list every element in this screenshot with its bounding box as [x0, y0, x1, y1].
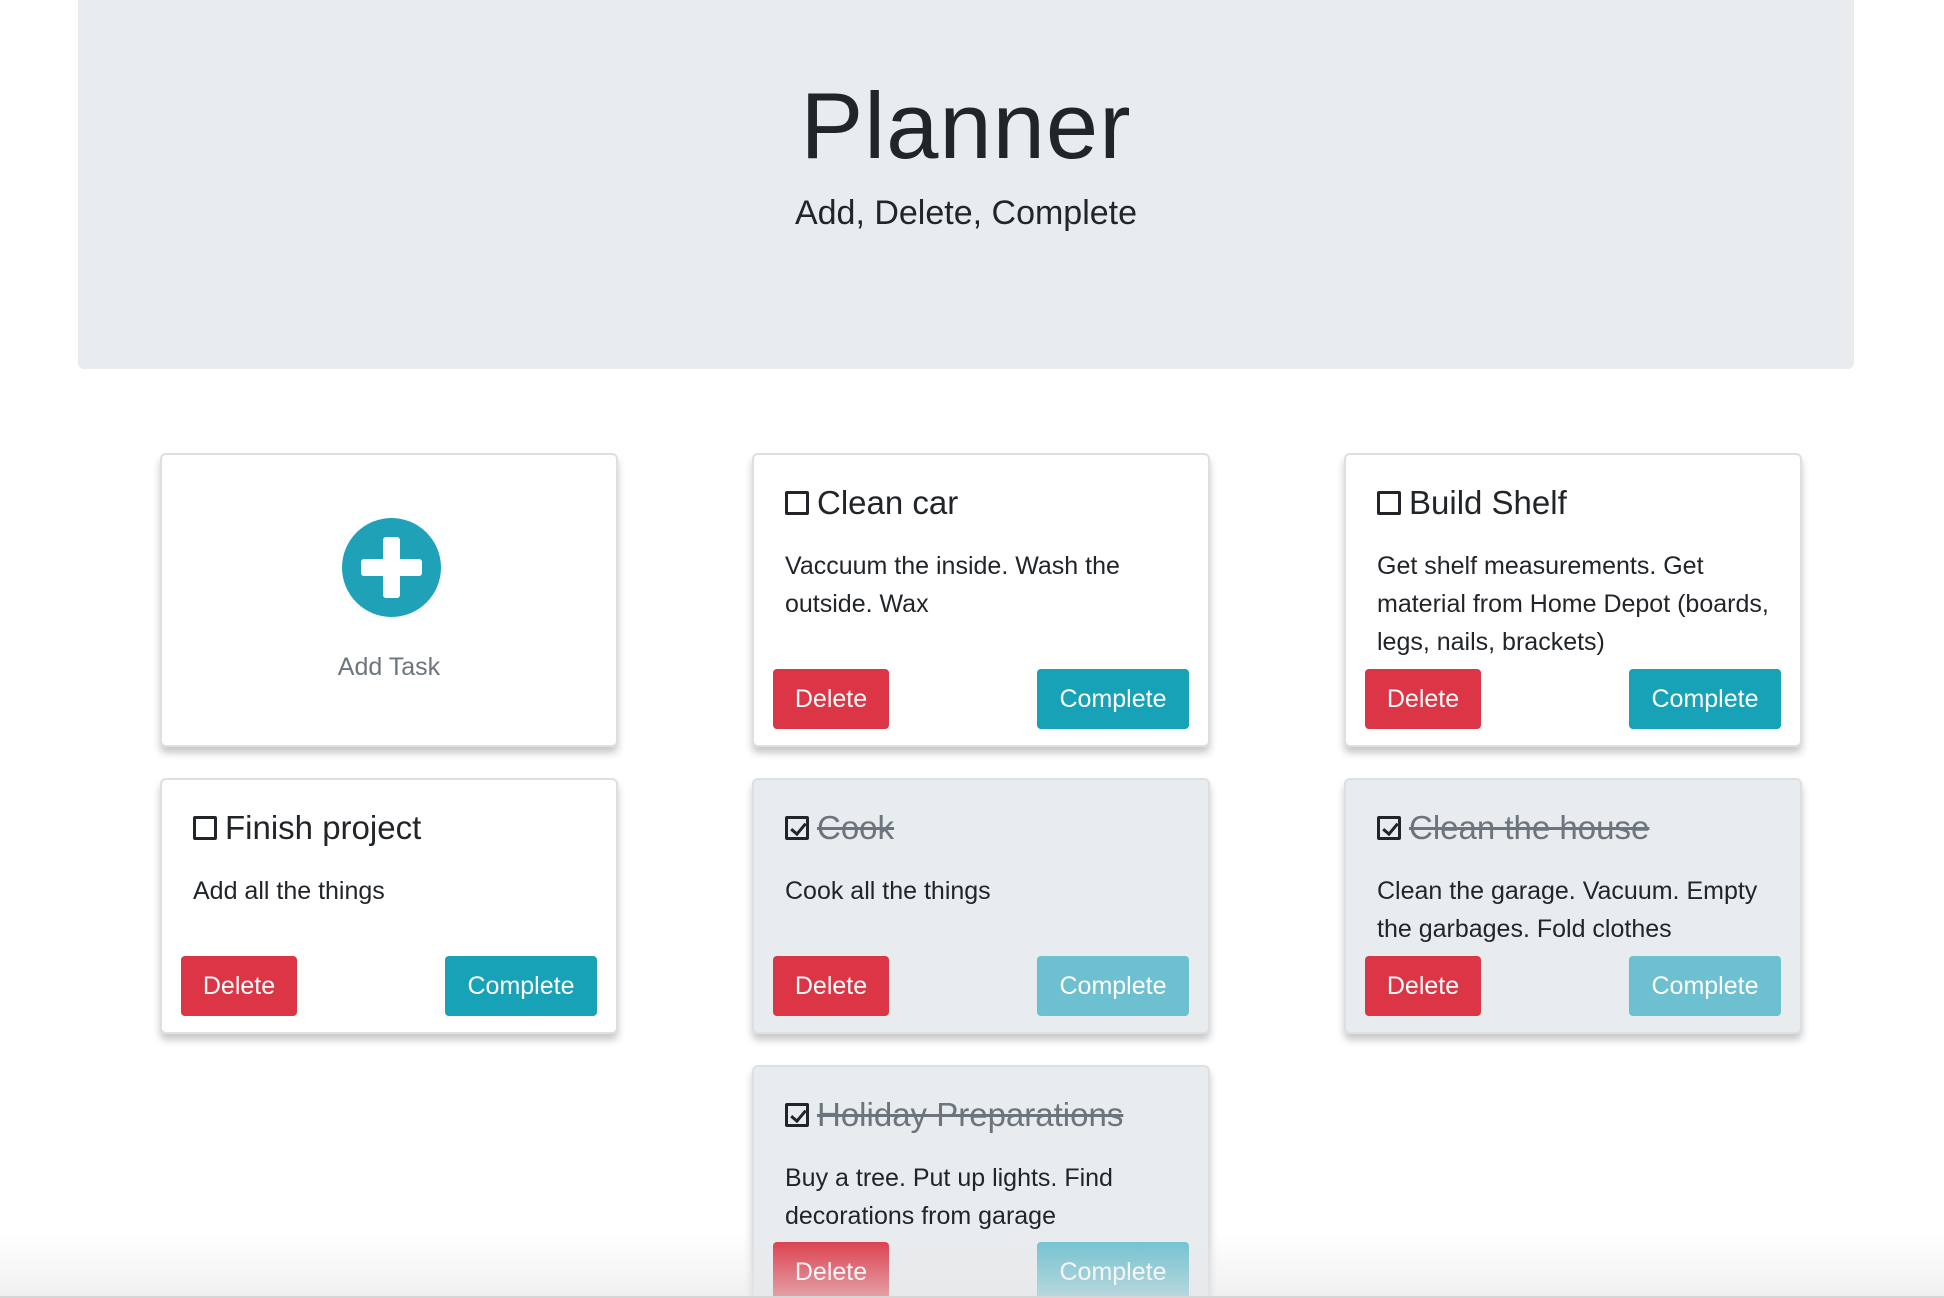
task-title-text: Holiday Preparations: [817, 1096, 1124, 1133]
task-title-text: Build Shelf: [1409, 484, 1567, 521]
delete-button[interactable]: Delete: [1365, 956, 1481, 1016]
task-description: Get shelf measurements. Get material fro…: [1377, 552, 1769, 656]
delete-button[interactable]: Delete: [773, 669, 889, 729]
jumbotron-header: Planner Add, Delete, Complete: [78, 0, 1854, 369]
task-title: Holiday Preparations: [785, 1095, 1123, 1135]
delete-button[interactable]: Delete: [181, 956, 297, 1016]
task-description: Buy a tree. Put up lights. Find decorati…: [785, 1164, 1113, 1230]
task-checkbox[interactable]: [785, 490, 809, 515]
task-card: Clean car Vaccuum the inside. Wash the o…: [752, 453, 1210, 747]
add-task-card[interactable]: Add Task: [160, 453, 618, 747]
task-title: Build Shelf: [1377, 483, 1567, 523]
complete-button-disabled: Complete: [1037, 1242, 1189, 1298]
task-title-text: Clean car: [817, 484, 959, 521]
task-checkbox-checked[interactable]: [1377, 815, 1401, 840]
complete-button[interactable]: Complete: [1629, 669, 1781, 729]
task-card-completed: Holiday Preparations Buy a tree. Put up …: [752, 1065, 1210, 1298]
task-card: Finish project Add all the things Delete…: [160, 778, 618, 1034]
task-title: Finish project: [193, 808, 421, 848]
task-card-completed: Clean the house Clean the garage. Vacuum…: [1344, 778, 1802, 1034]
complete-button-disabled: Complete: [1037, 956, 1189, 1016]
task-description: Vaccuum the inside. Wash the outside. Wa…: [785, 552, 1120, 618]
task-title: Clean the house: [1377, 808, 1649, 848]
task-checkbox-checked[interactable]: [785, 815, 809, 840]
task-checkbox[interactable]: [193, 815, 217, 840]
complete-button[interactable]: Complete: [1037, 669, 1189, 729]
complete-button[interactable]: Complete: [445, 956, 597, 1016]
task-title-text: Cook: [817, 809, 895, 846]
task-description: Cook all the things: [785, 877, 991, 905]
task-title-text: Clean the house: [1409, 809, 1650, 846]
complete-button-disabled: Complete: [1629, 956, 1781, 1016]
plus-circle-icon[interactable]: [342, 518, 441, 617]
task-checkbox-checked[interactable]: [785, 1102, 809, 1127]
planner-page: Planner Add, Delete, Complete Add Task C…: [0, 0, 1944, 1298]
task-description: Clean the garage. Vacuum. Empty the garb…: [1377, 877, 1758, 943]
delete-button[interactable]: Delete: [773, 956, 889, 1016]
delete-button[interactable]: Delete: [773, 1242, 889, 1298]
task-card: Build Shelf Get shelf measurements. Get …: [1344, 453, 1802, 747]
task-title-text: Finish project: [225, 809, 422, 846]
task-title: Clean car: [785, 483, 958, 523]
task-description: Add all the things: [193, 877, 385, 905]
add-task-label: Add Task: [337, 653, 441, 681]
task-title: Cook: [785, 808, 894, 848]
page-title: Planner: [800, 73, 1132, 178]
task-card-completed: Cook Cook all the things Delete Complete: [752, 778, 1210, 1034]
task-checkbox[interactable]: [1377, 490, 1401, 515]
page-subtitle: Add, Delete, Complete: [794, 194, 1138, 232]
delete-button[interactable]: Delete: [1365, 669, 1481, 729]
